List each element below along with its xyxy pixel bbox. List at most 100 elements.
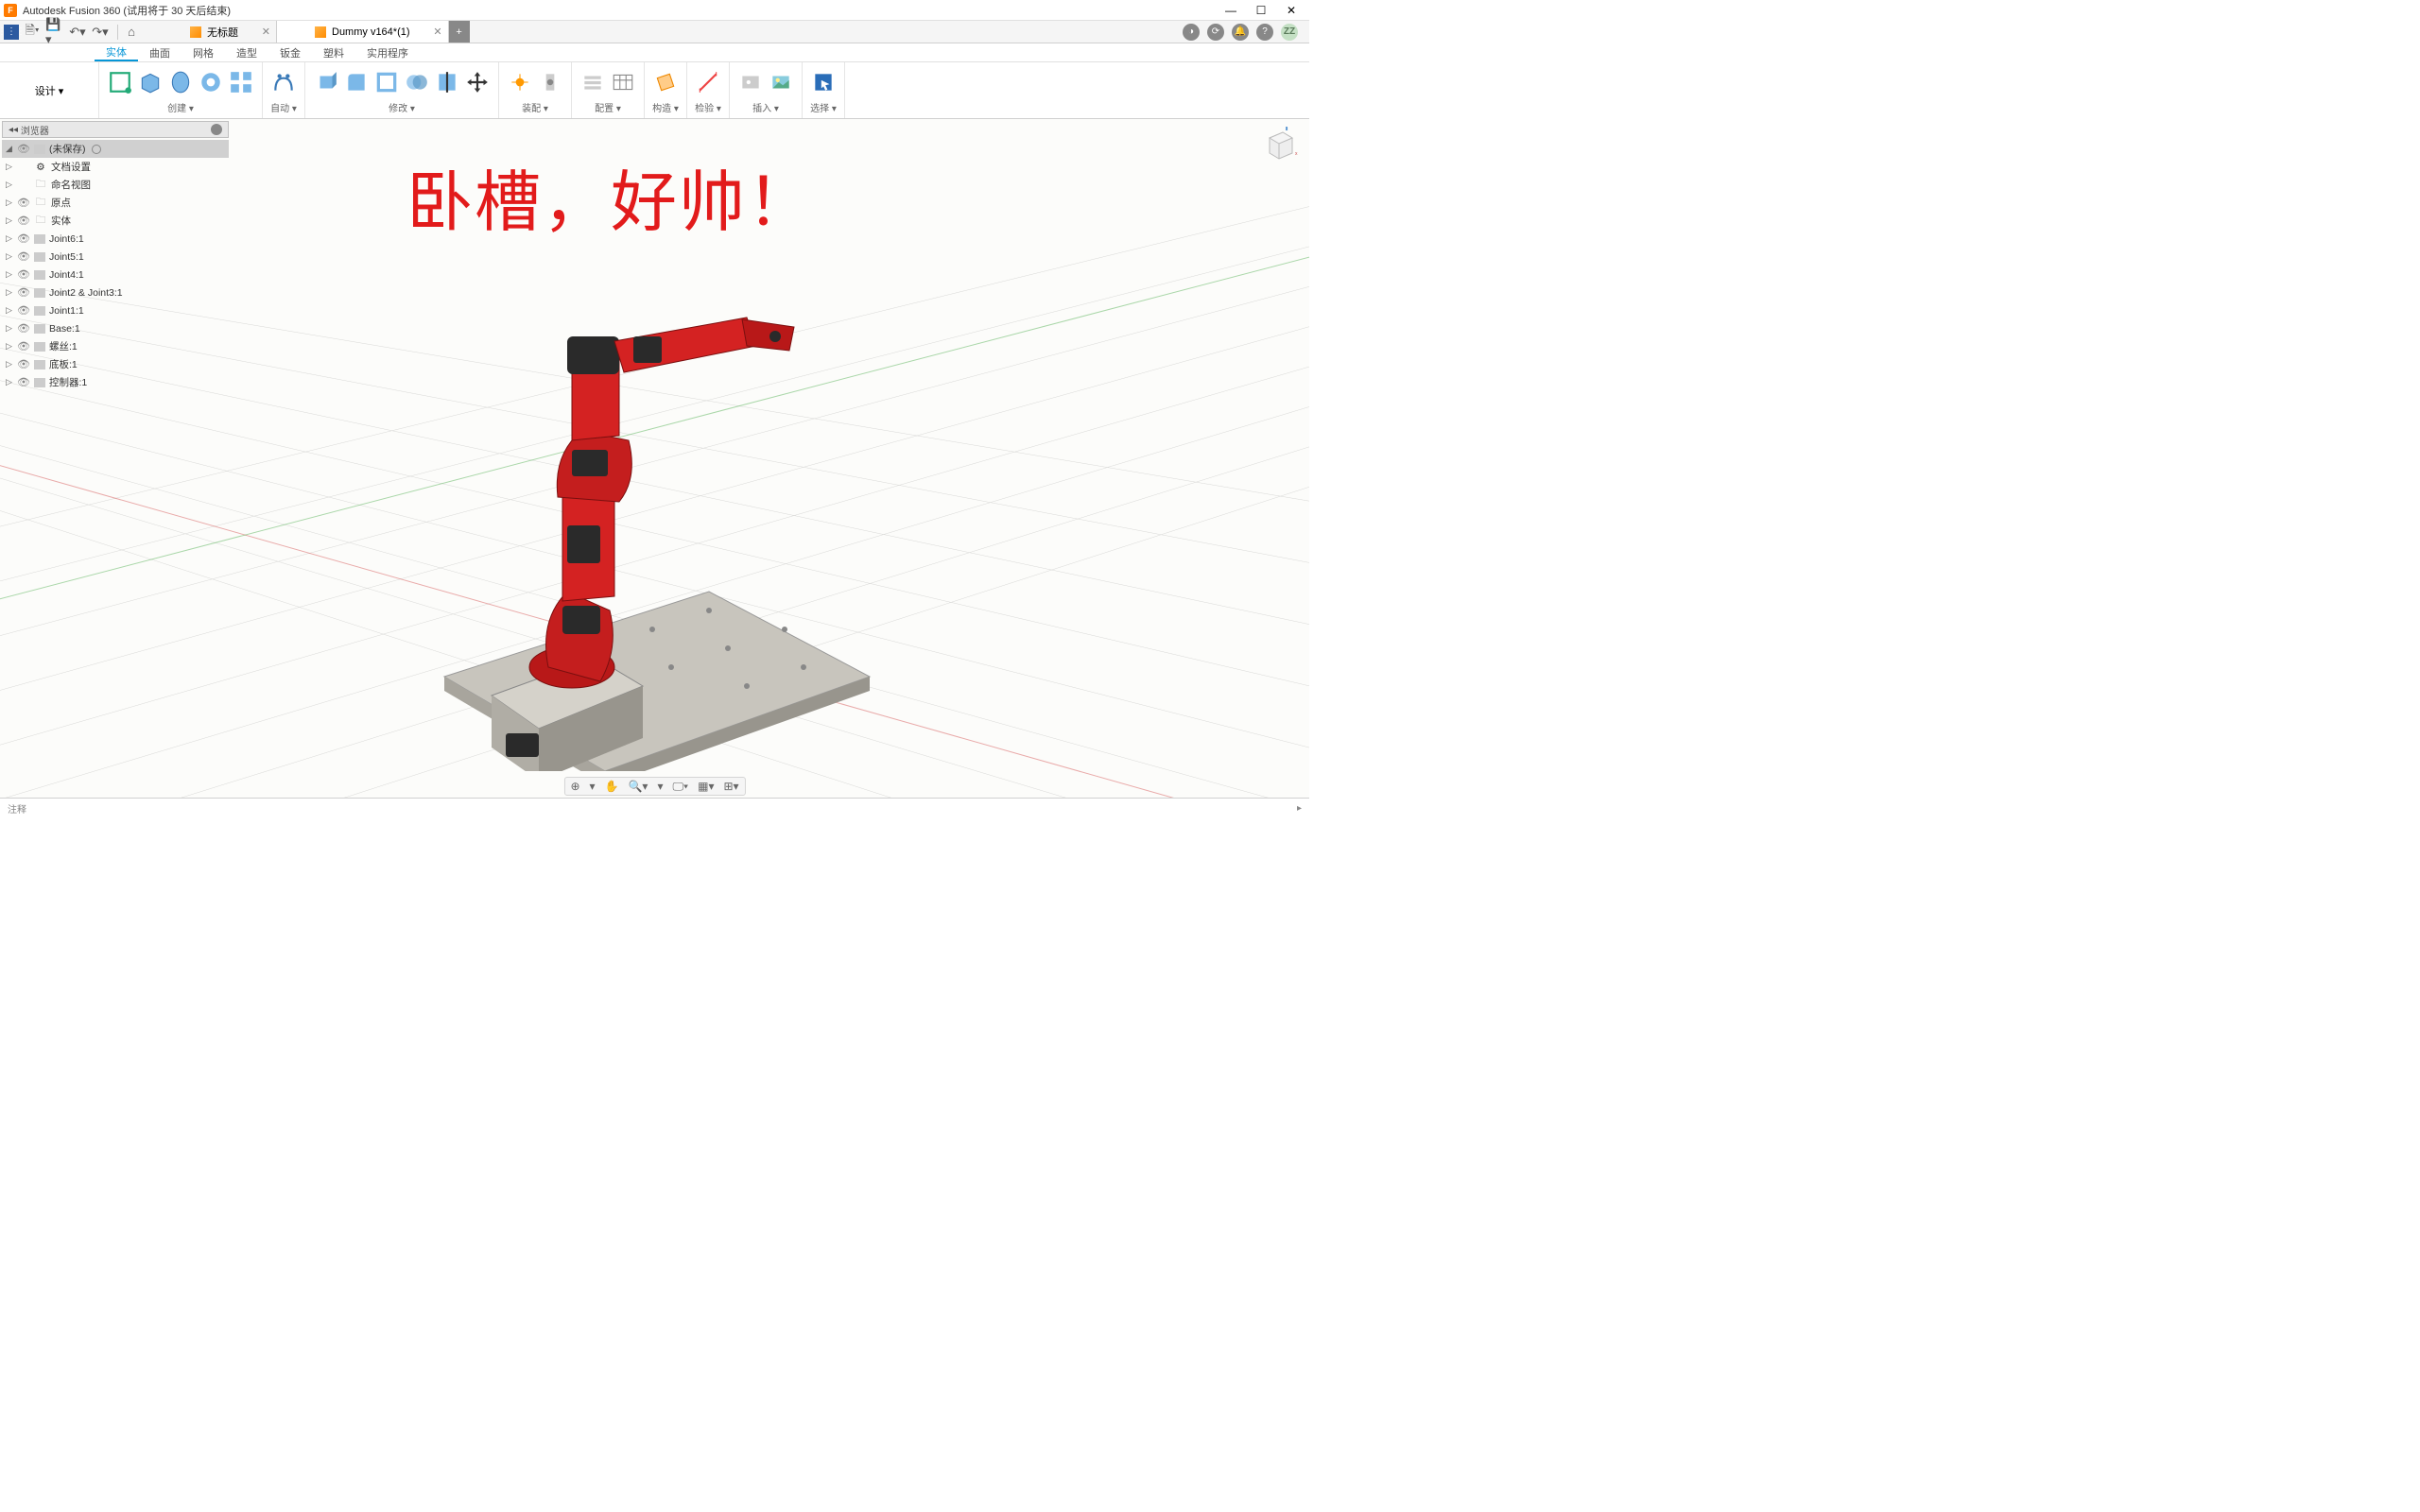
tree-item[interactable]: ▷👁螺丝:1 bbox=[2, 337, 229, 355]
joint-icon[interactable] bbox=[507, 69, 533, 95]
group-insert: 插入 ▾ bbox=[730, 62, 803, 118]
tree-item[interactable]: ▷👁底板:1 bbox=[2, 355, 229, 373]
expand-icon[interactable]: ◢ bbox=[6, 144, 13, 154]
extensions-icon[interactable]: ◑ bbox=[1183, 24, 1200, 41]
group-label[interactable]: 修改 ▾ bbox=[389, 100, 415, 116]
group-label[interactable]: 构造 ▾ bbox=[652, 100, 679, 116]
maximize-button[interactable]: ☐ bbox=[1254, 4, 1268, 17]
tab-untitled[interactable]: 无标题 ✕ bbox=[152, 21, 277, 43]
tab-plastic[interactable]: 塑料 bbox=[312, 43, 355, 61]
navigation-bar: ⊕ ▾ ✋ 🔍▾ ▾ 🖵▾ ▦▾ ⊞▾ bbox=[563, 777, 745, 796]
group-label[interactable]: 创建 ▾ bbox=[167, 100, 194, 116]
revolve-icon[interactable] bbox=[167, 69, 194, 95]
help-icon[interactable]: ? bbox=[1256, 24, 1273, 41]
tree-item[interactable]: ▷👁Joint1:1 bbox=[2, 301, 229, 319]
timeline-toggle[interactable]: ▸ bbox=[1297, 803, 1302, 814]
insert-decal-icon[interactable] bbox=[737, 69, 764, 95]
hole-icon[interactable] bbox=[198, 69, 224, 95]
group-construct: 构造 ▾ bbox=[645, 62, 687, 118]
redo-button[interactable]: ↷▾ bbox=[91, 23, 110, 42]
minimize-button[interactable]: — bbox=[1224, 4, 1237, 17]
group-inspect: 检验 ▾ bbox=[687, 62, 730, 118]
undo-button[interactable]: ↶▾ bbox=[68, 23, 87, 42]
user-avatar[interactable]: ZZ bbox=[1281, 24, 1298, 41]
move-icon[interactable] bbox=[464, 69, 491, 95]
group-label[interactable]: 检验 ▾ bbox=[695, 100, 721, 116]
tab-dummy[interactable]: Dummy v164*(1) ✕ bbox=[277, 21, 449, 43]
fillet-icon[interactable] bbox=[343, 69, 370, 95]
sketch-icon[interactable] bbox=[107, 69, 133, 95]
extrude-icon[interactable] bbox=[137, 69, 164, 95]
new-file-button[interactable]: 🗎▾ bbox=[23, 23, 42, 42]
viewport-icon[interactable]: ⊞▾ bbox=[723, 780, 738, 793]
tree-item[interactable]: ▷👁🗀实体 bbox=[2, 212, 229, 230]
orbit-icon[interactable]: ⊕ bbox=[570, 780, 579, 793]
activate-dot[interactable] bbox=[92, 145, 101, 154]
tree-item[interactable]: ▷👁Base:1 bbox=[2, 319, 229, 337]
table-icon[interactable] bbox=[610, 69, 636, 95]
group-label[interactable]: 选择 ▾ bbox=[810, 100, 837, 116]
tab-mesh[interactable]: 网格 bbox=[182, 43, 225, 61]
group-auto: 自动 ▾ bbox=[263, 62, 305, 118]
config-icon[interactable] bbox=[579, 69, 606, 95]
fit-icon[interactable]: ▾ bbox=[657, 780, 663, 793]
measure-icon[interactable] bbox=[695, 69, 721, 95]
apps-grid-icon[interactable]: ⋮⋮⋮ bbox=[4, 25, 19, 40]
group-label[interactable]: 自动 ▾ bbox=[270, 100, 297, 116]
viewcube[interactable]: z x bbox=[1260, 127, 1298, 164]
select-icon[interactable] bbox=[810, 69, 837, 95]
component-icon bbox=[34, 145, 45, 154]
close-icon[interactable]: ✕ bbox=[433, 26, 441, 38]
eye-icon[interactable]: 👁 bbox=[17, 143, 30, 155]
save-button[interactable]: 💾▾ bbox=[45, 23, 64, 42]
tree-item[interactable]: ▷👁Joint5:1 bbox=[2, 248, 229, 266]
tree-item[interactable]: ▷👁Joint2 & Joint3:1 bbox=[2, 284, 229, 301]
tree-item[interactable]: ▷⚙文档设置 bbox=[2, 158, 229, 176]
pan-icon[interactable]: ✋ bbox=[605, 780, 619, 793]
pattern-icon[interactable] bbox=[228, 69, 254, 95]
design-dropdown[interactable]: 设计 ▾ bbox=[11, 68, 87, 112]
grid-icon[interactable]: ▦▾ bbox=[698, 780, 714, 793]
close-button[interactable]: ✕ bbox=[1285, 4, 1298, 17]
shell-icon[interactable] bbox=[373, 69, 400, 95]
tab-solid[interactable]: 实体 bbox=[95, 43, 138, 61]
tab-surface[interactable]: 曲面 bbox=[138, 43, 182, 61]
add-tab-button[interactable]: + bbox=[449, 21, 470, 43]
asbuilt-joint-icon[interactable] bbox=[537, 69, 563, 95]
group-label[interactable]: 插入 ▾ bbox=[752, 100, 779, 116]
collapse-icon[interactable]: ◂◂ bbox=[9, 125, 18, 135]
group-label[interactable]: 配置 ▾ bbox=[595, 100, 621, 116]
comments-label[interactable]: 注释 bbox=[8, 801, 26, 816]
tree-root[interactable]: ◢ 👁 (未保存) bbox=[2, 140, 229, 158]
presspull-icon[interactable] bbox=[313, 69, 339, 95]
tree-item[interactable]: ▷👁🗀原点 bbox=[2, 194, 229, 212]
group-label[interactable]: 装配 ▾ bbox=[522, 100, 548, 116]
browser-header[interactable]: ◂◂ 浏览器 bbox=[2, 121, 229, 138]
home-button[interactable]: ⌂ bbox=[122, 23, 141, 42]
robot-arm-model bbox=[425, 242, 879, 771]
insert-image-icon[interactable] bbox=[768, 69, 794, 95]
display-icon[interactable]: 🖵▾ bbox=[672, 780, 688, 794]
tab-sheetmetal[interactable]: 钣金 bbox=[268, 43, 312, 61]
combine-icon[interactable] bbox=[404, 69, 430, 95]
look-icon[interactable]: ▾ bbox=[590, 780, 596, 793]
tab-form[interactable]: 造型 bbox=[225, 43, 268, 61]
ribbon-tabs: 实体 曲面 网格 造型 钣金 塑料 实用程序 bbox=[0, 43, 1309, 62]
pin-icon[interactable] bbox=[211, 124, 222, 135]
plane-icon[interactable] bbox=[652, 69, 679, 95]
tree-item[interactable]: ▷👁控制器:1 bbox=[2, 373, 229, 391]
tree-item[interactable]: ▷👁Joint4:1 bbox=[2, 266, 229, 284]
status-bar: 注释 ▸ bbox=[0, 798, 1309, 818]
tree-item[interactable]: ▷👁Joint6:1 bbox=[2, 230, 229, 248]
document-tabs: 无标题 ✕ Dummy v164*(1) ✕ + bbox=[152, 21, 1175, 43]
zoom-icon[interactable]: 🔍▾ bbox=[628, 780, 648, 793]
tree-item[interactable]: ▷🗀命名视图 bbox=[2, 176, 229, 194]
notifications-icon[interactable]: 🔔 bbox=[1232, 24, 1249, 41]
group-assemble: 装配 ▾ bbox=[499, 62, 572, 118]
close-icon[interactable]: ✕ bbox=[262, 26, 270, 38]
node-label: (未保存) bbox=[49, 142, 86, 156]
updates-icon[interactable]: ⟳ bbox=[1207, 24, 1224, 41]
auto-icon[interactable] bbox=[270, 69, 297, 95]
split-icon[interactable] bbox=[434, 69, 460, 95]
tab-utilities[interactable]: 实用程序 bbox=[355, 43, 420, 61]
